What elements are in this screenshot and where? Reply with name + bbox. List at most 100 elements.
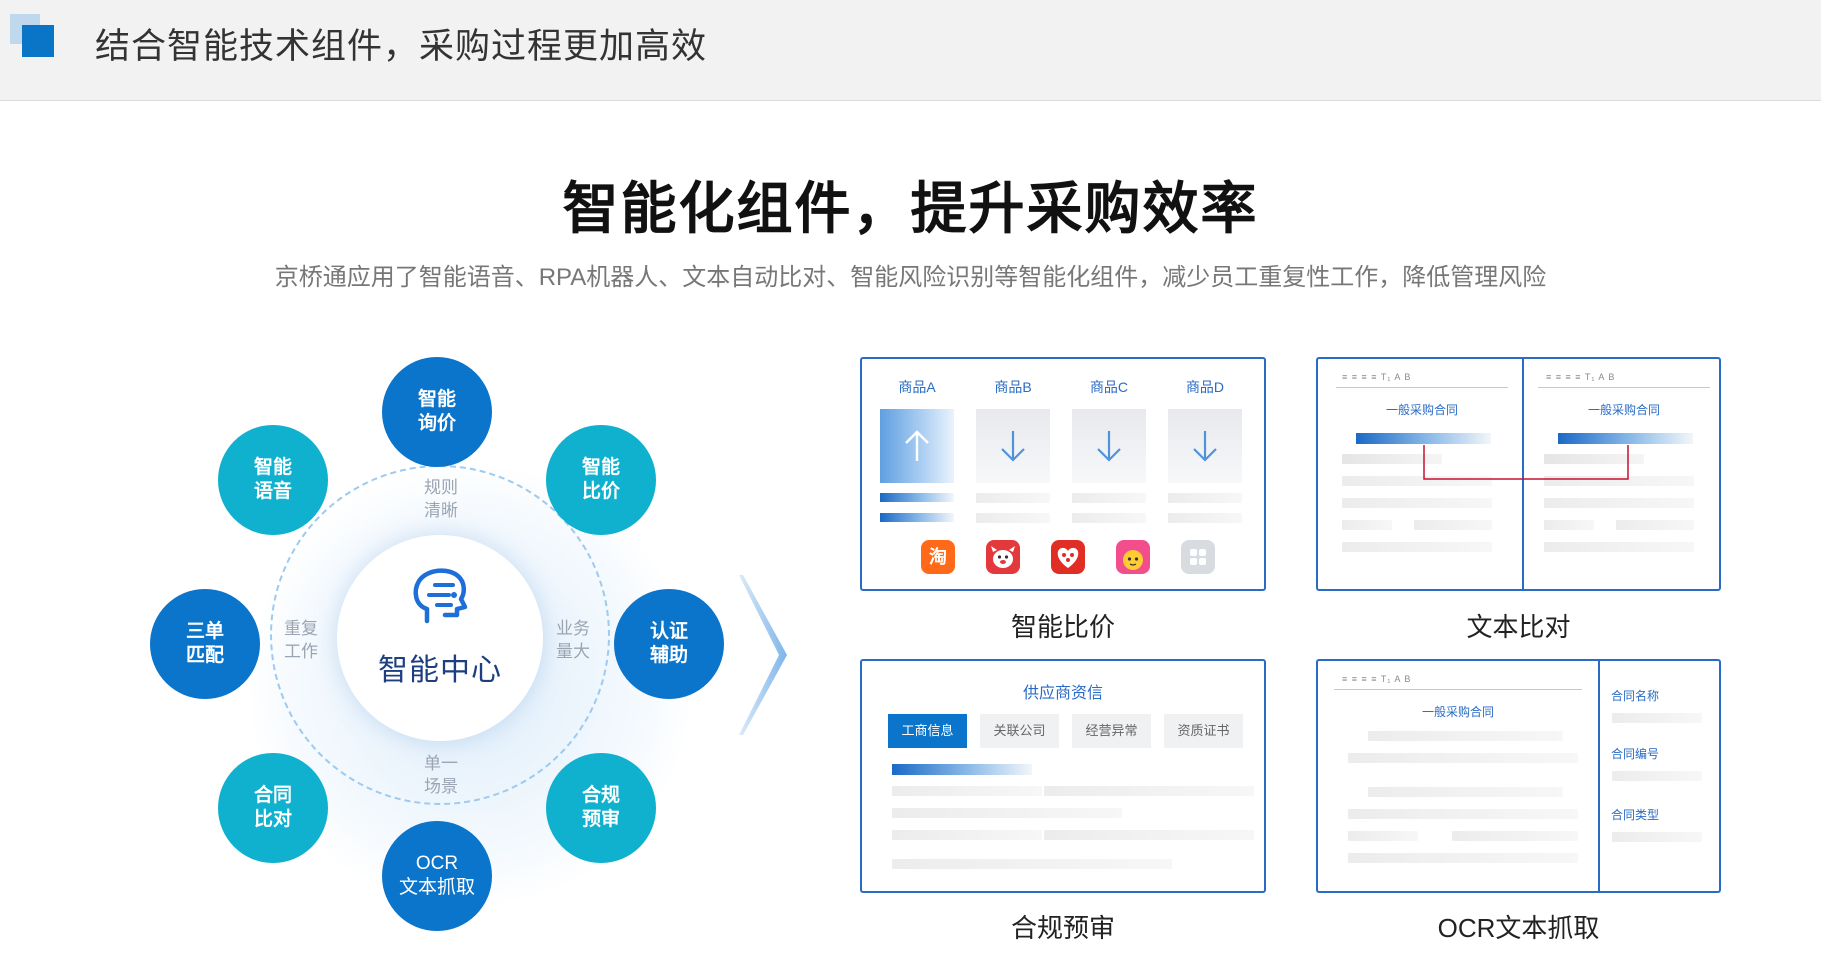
product-b-box bbox=[976, 409, 1050, 483]
product-a-box bbox=[880, 409, 954, 483]
doc-toolbar: ≡ ≡ ≡ ≡ T₁ A B bbox=[1342, 674, 1412, 684]
info-line bbox=[892, 859, 1172, 869]
node-compliance-review[interactable]: 合规 预审 bbox=[546, 753, 656, 863]
card-smart-price-compare[interactable]: 商品A 商品B 商品C 商品D 淘 bbox=[860, 357, 1266, 591]
price-bar bbox=[1168, 493, 1242, 503]
smart-center-diagram: 智能中心 规则 清晰 重复 工作 业务 量大 单一 场景 智能 询价 智能 比价… bbox=[140, 345, 740, 945]
node-auth-assist-line2: 辅助 bbox=[649, 645, 688, 666]
toolbar-divider bbox=[1334, 689, 1582, 690]
top-banner: 结合智能技术组件，采购过程更加高效 bbox=[0, 0, 1821, 101]
arrow-down-icon bbox=[1193, 431, 1217, 462]
brand-square-icon bbox=[22, 25, 54, 57]
smart-center-core: 智能中心 bbox=[337, 535, 543, 741]
grid-icon bbox=[1190, 549, 1206, 565]
caption-text-compare: 文本比对 bbox=[1466, 612, 1571, 642]
product-b-label: 商品B bbox=[994, 379, 1032, 395]
node-smart-inquiry-line2: 询价 bbox=[417, 413, 456, 434]
price-bar bbox=[1168, 513, 1242, 523]
node-contract-compare-line2: 比对 bbox=[253, 809, 292, 830]
caption-ocr-text-capture: OCR文本抓取 bbox=[1437, 913, 1600, 943]
field-contract-name-label: 合同名称 bbox=[1611, 689, 1660, 703]
price-bar bbox=[880, 493, 954, 502]
node-contract-compare-line1: 合同 bbox=[253, 785, 292, 806]
inner-label-top-line1: 规则 bbox=[424, 478, 458, 497]
price-bar bbox=[976, 493, 1050, 503]
node-smart-voice-line2: 语音 bbox=[253, 481, 292, 502]
info-highlight-bar bbox=[892, 764, 1032, 775]
chevron-right-icon bbox=[739, 575, 787, 735]
node-ocr-text-capture-line1: OCR bbox=[415, 853, 459, 874]
card-text-compare[interactable]: ≡ ≡ ≡ ≡ T₁ A B 一般采购合同 ≡ ≡ ≡ ≡ T₁ A B 一般采… bbox=[1316, 357, 1721, 591]
info-line bbox=[1044, 830, 1254, 840]
node-smart-inquiry-line1: 智能 bbox=[417, 389, 456, 410]
inner-label-right-line2: 量大 bbox=[556, 642, 590, 661]
node-contract-compare[interactable]: 合同 比对 bbox=[218, 753, 328, 863]
suning-icon bbox=[1116, 540, 1150, 574]
inner-label-right: 业务 量大 bbox=[548, 617, 598, 663]
jd-dog-icon bbox=[991, 546, 1015, 568]
field-contract-type-label: 合同类型 bbox=[1611, 808, 1660, 822]
inner-label-bottom: 单一 场景 bbox=[416, 752, 466, 798]
tab-related-companies[interactable]: 关联公司 bbox=[980, 714, 1059, 748]
info-line bbox=[1044, 786, 1254, 796]
text-line bbox=[1348, 753, 1578, 763]
text-line bbox=[1452, 831, 1578, 841]
ocr-doc-title: 一般采购合同 bbox=[1421, 705, 1494, 719]
node-three-way-match-line1: 三单 bbox=[185, 621, 224, 642]
product-c-label: 商品C bbox=[1089, 379, 1129, 395]
tab-qualification-cert[interactable]: 资质证书 bbox=[1164, 714, 1243, 748]
arrow-down-icon bbox=[1001, 431, 1025, 462]
node-auth-assist[interactable]: 认证 辅助 bbox=[614, 589, 724, 699]
inner-label-left: 重复 工作 bbox=[276, 617, 326, 663]
info-line bbox=[892, 786, 1042, 796]
inner-label-right-line1: 业务 bbox=[556, 619, 590, 638]
node-smart-voice-line1: 智能 bbox=[253, 457, 292, 478]
node-smart-inquiry[interactable]: 智能 询价 bbox=[382, 357, 492, 467]
node-smart-price-compare[interactable]: 智能 比价 bbox=[546, 425, 656, 535]
node-ocr-text-capture[interactable]: OCR 文本抓取 bbox=[382, 821, 492, 931]
node-three-way-match[interactable]: 三单 匹配 bbox=[150, 589, 260, 699]
hero-subline: 京桥通应用了智能语音、RPA机器人、文本自动比对、智能风险识别等智能化组件，减少… bbox=[274, 264, 1547, 291]
field-contract-number-label: 合同编号 bbox=[1611, 747, 1660, 761]
node-compliance-review-line2: 预审 bbox=[581, 809, 620, 830]
inner-label-top-line2: 清晰 bbox=[424, 501, 458, 520]
card-compliance-review[interactable]: 供应商资信 工商信息 关联公司 经营异常 资质证书 bbox=[860, 659, 1266, 893]
field-contract-name-value bbox=[1612, 713, 1702, 723]
arrow-down-icon bbox=[1097, 431, 1121, 462]
node-three-way-match-line2: 匹配 bbox=[185, 645, 224, 666]
caption-compliance-review: 合规预审 bbox=[1010, 913, 1115, 943]
node-smart-price-compare-line2: 比价 bbox=[581, 481, 620, 502]
node-ocr-text-capture-line2: 文本抓取 bbox=[398, 877, 475, 898]
caption-smart-price-compare: 智能比价 bbox=[1010, 612, 1115, 642]
hero-headline: 智能化组件，提升采购效率 bbox=[562, 177, 1259, 240]
inner-label-left-line2: 工作 bbox=[284, 642, 318, 661]
more-apps-icon bbox=[1181, 540, 1215, 574]
tab-business-info[interactable]: 工商信息 bbox=[888, 714, 967, 748]
section-title: 结合智能技术组件，采购过程更加高效 bbox=[95, 27, 708, 66]
field-contract-type-value bbox=[1612, 832, 1702, 842]
info-line bbox=[892, 808, 1122, 818]
pinduoduo-icon bbox=[1051, 540, 1085, 574]
text-line bbox=[1348, 831, 1418, 841]
text-line bbox=[1348, 853, 1578, 863]
text-line bbox=[1348, 809, 1578, 819]
card-ocr-text-capture[interactable]: ≡ ≡ ≡ ≡ T₁ A B 一般采购合同 合同名称 合同编号 合同类型 bbox=[1316, 659, 1721, 893]
diff-connector-line bbox=[1423, 445, 1629, 480]
inner-label-left-line1: 重复 bbox=[284, 619, 318, 638]
text-line bbox=[1368, 731, 1563, 741]
smart-center-label: 智能中心 bbox=[378, 654, 502, 687]
inner-label-bottom-line1: 单一 bbox=[424, 754, 458, 773]
node-smart-voice[interactable]: 智能 语音 bbox=[218, 425, 328, 535]
arrow-up-icon bbox=[905, 430, 929, 461]
product-c-box bbox=[1072, 409, 1146, 483]
text-line bbox=[1368, 787, 1563, 797]
ocr-divider bbox=[1598, 661, 1600, 891]
pinduoduo-heart-icon bbox=[1057, 547, 1079, 568]
vendor-credit-title: 供应商资信 bbox=[1022, 685, 1103, 702]
taobao-icon: 淘 bbox=[921, 540, 955, 574]
node-auth-assist-line1: 认证 bbox=[649, 621, 688, 642]
info-line bbox=[892, 830, 1042, 840]
field-contract-number-value bbox=[1612, 771, 1702, 781]
tab-business-anomaly[interactable]: 经营异常 bbox=[1072, 714, 1151, 748]
product-a-label: 商品A bbox=[898, 379, 936, 395]
